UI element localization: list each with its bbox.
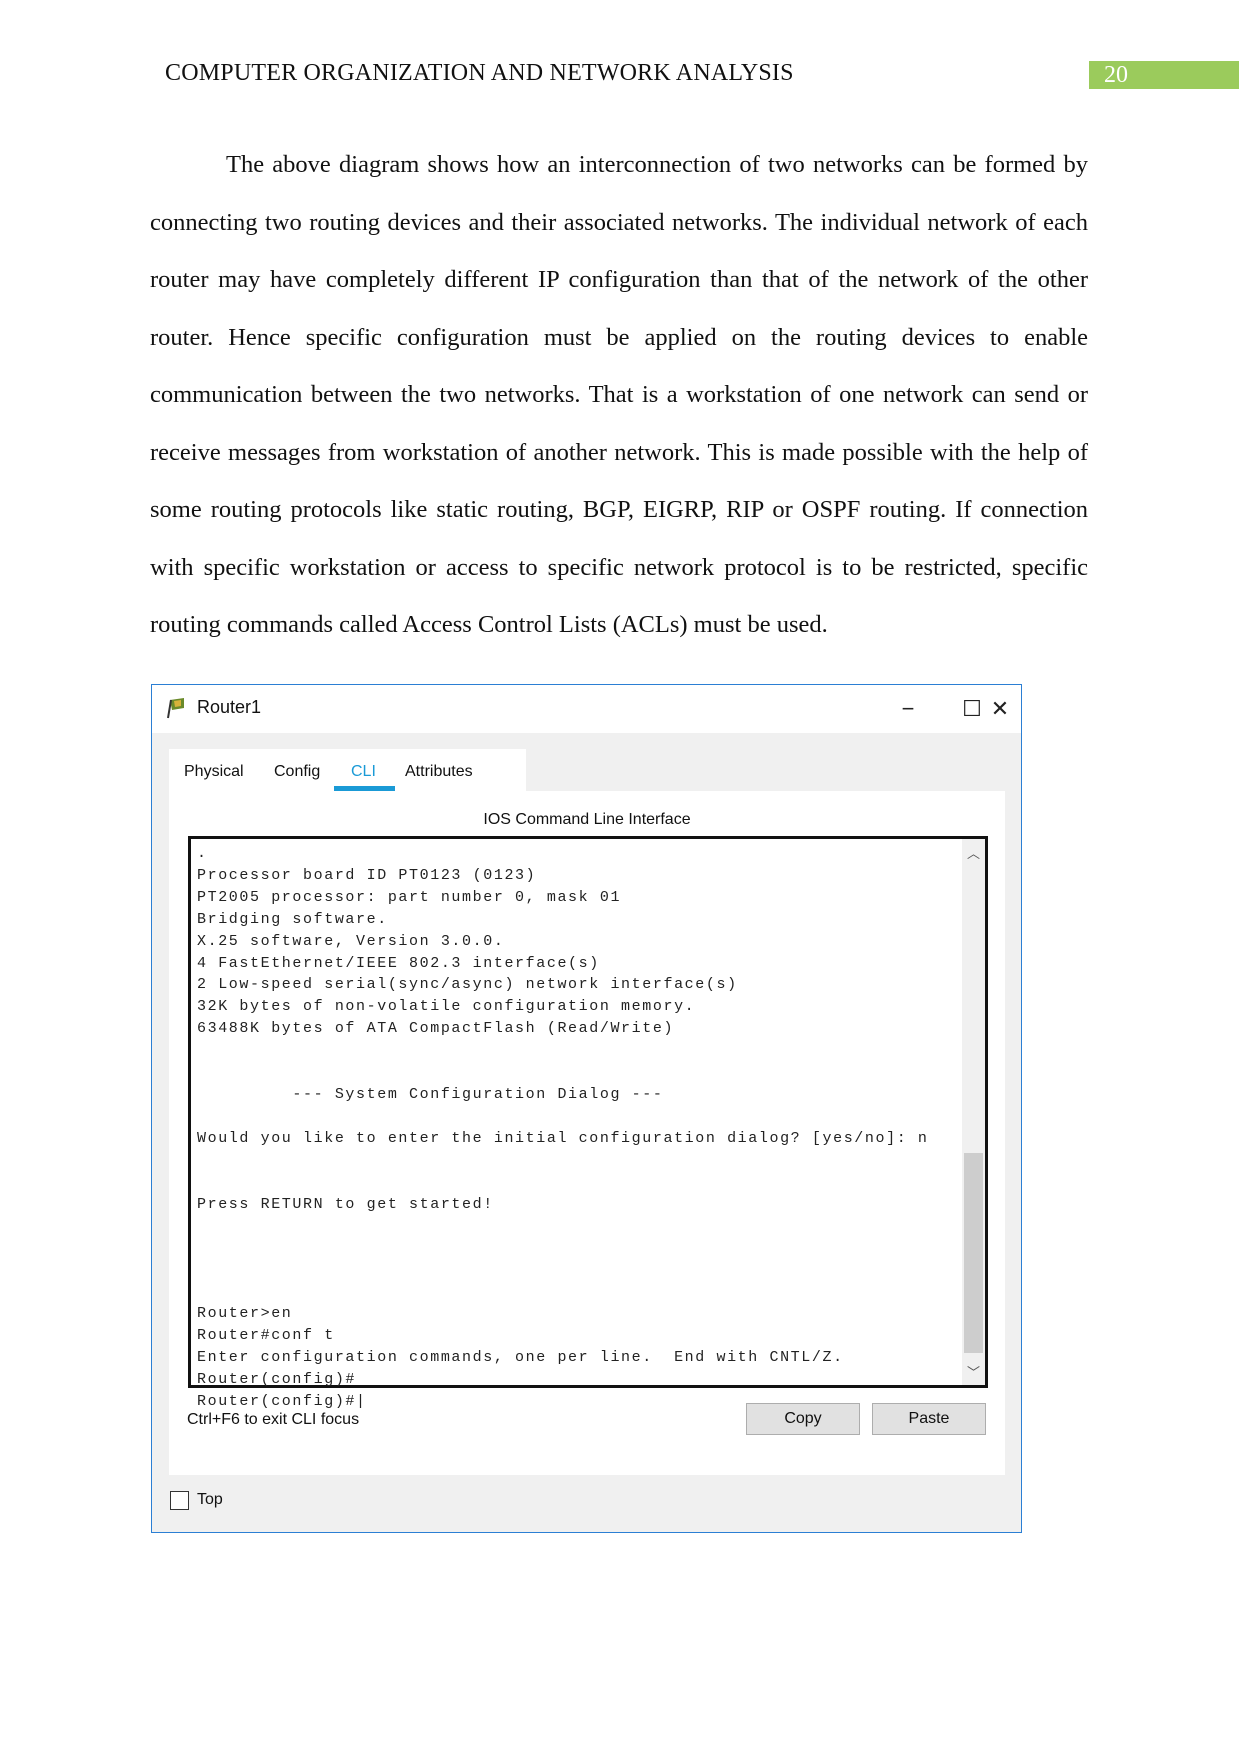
scroll-up-icon[interactable]: ︿ (962, 843, 985, 862)
cli-title: IOS Command Line Interface (483, 811, 691, 828)
tab-bar: Physical Config CLI Attributes (169, 749, 526, 793)
terminal-output[interactable]: . Processor board ID PT0123 (0123) PT200… (197, 843, 929, 1413)
tab-physical[interactable]: Physical (184, 763, 244, 781)
copy-button[interactable]: Copy (746, 1403, 860, 1435)
close-button[interactable]: ✕ (982, 693, 1018, 725)
router-window: Router1 − ☐ ✕ Physical Config CLI Attrib… (151, 684, 1022, 1533)
paste-button[interactable]: Paste (872, 1403, 986, 1435)
tab-attributes[interactable]: Attributes (405, 763, 473, 781)
top-checkbox[interactable] (170, 1491, 189, 1510)
running-header: COMPUTER ORGANIZATION AND NETWORK ANALYS… (165, 60, 794, 86)
scroll-down-icon[interactable]: ﹀ (962, 1362, 985, 1381)
top-label: Top (197, 1491, 223, 1508)
tab-config[interactable]: Config (274, 763, 320, 781)
cli-terminal[interactable]: . Processor board ID PT0123 (0123) PT200… (188, 836, 988, 1410)
scrollbar-thumb[interactable] (964, 1153, 983, 1353)
minimize-button[interactable]: − (890, 693, 926, 725)
router-app-icon (167, 698, 184, 719)
scrollbar[interactable]: ︿ ﹀ (962, 839, 985, 1385)
cli-panel: IOS Command Line Interface . Processor b… (169, 791, 1005, 1475)
page-number: 20 (1089, 61, 1239, 89)
tab-cli[interactable]: CLI (351, 763, 376, 781)
cli-focus-hint: Ctrl+F6 to exit CLI focus (187, 1411, 360, 1428)
window-title: Router1 (197, 697, 262, 717)
body-paragraph: The above diagram shows how an interconn… (150, 151, 1088, 638)
title-bar[interactable]: Router1 − ☐ ✕ (152, 685, 1021, 733)
